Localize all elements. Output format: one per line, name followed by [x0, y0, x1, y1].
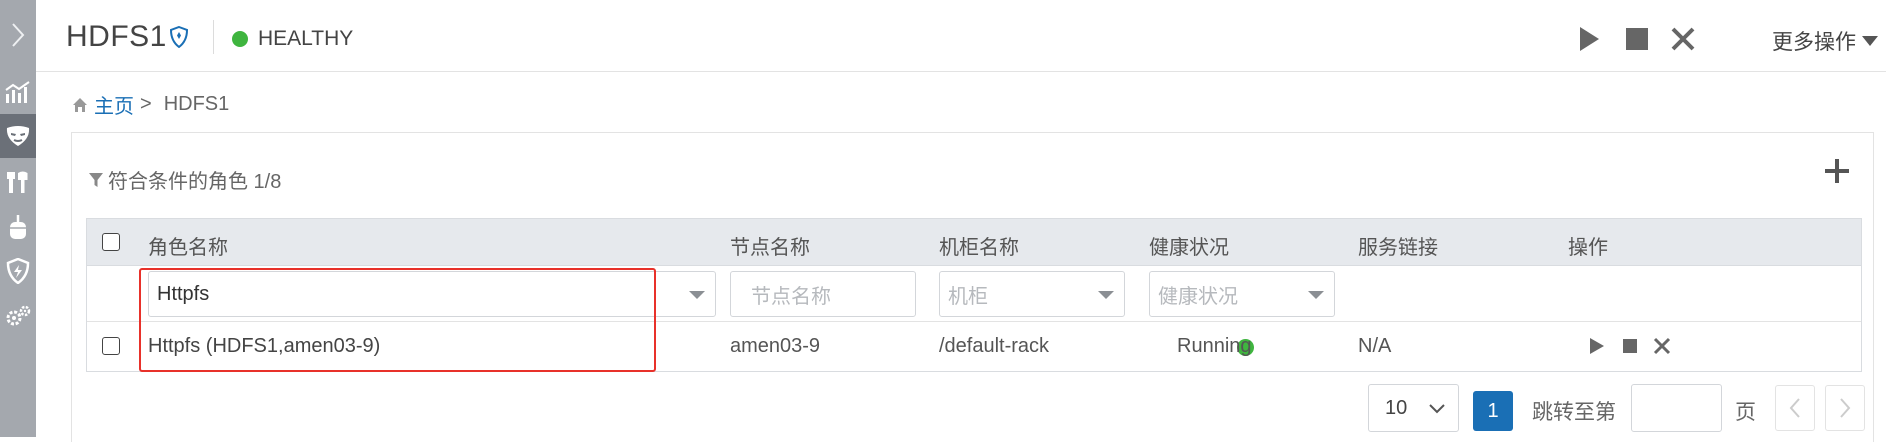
service-title: HDFS1	[66, 20, 167, 53]
sidebar	[0, 0, 36, 437]
role-name-cell[interactable]: Httpfs (HDFS1,amen03-9)	[148, 335, 380, 358]
delete-role-button[interactable]	[1651, 335, 1673, 357]
header-divider	[213, 20, 214, 54]
page-size-value: 10	[1385, 396, 1408, 419]
sidebar-item-roles[interactable]	[0, 114, 36, 158]
stop-icon	[1626, 28, 1648, 50]
more-actions-dropdown[interactable]: 更多操作	[1772, 26, 1878, 56]
chart-icon	[5, 81, 30, 103]
health-filter[interactable]: 健康状况	[1149, 271, 1335, 317]
delete-service-button[interactable]	[1668, 24, 1698, 54]
jump-to-label: 跳转至第	[1532, 401, 1616, 424]
page-suffix-label: 页	[1735, 401, 1756, 424]
filter-row: Httpfs 节点名称 机柜 健康状况	[87, 266, 1861, 322]
breadcrumb-current: HDFS1	[163, 93, 230, 115]
row-checkbox[interactable]	[102, 337, 120, 355]
sidebar-item-settings[interactable]	[0, 294, 36, 338]
filter-summary: 符合条件的角色 1/8	[88, 165, 281, 194]
mask-icon	[6, 126, 30, 146]
page-size-select[interactable]: 10	[1368, 384, 1459, 432]
caret-down-icon	[689, 291, 705, 299]
column-header-actions: 操作	[1568, 237, 1608, 259]
shield-badge-icon	[170, 26, 188, 48]
rack-filter[interactable]: 机柜	[939, 271, 1125, 317]
breadcrumb: 主页 > HDFS1	[72, 90, 229, 119]
service-header: HDFS1 HEALTHY 更多操作	[36, 0, 1886, 72]
next-page-button[interactable]	[1825, 385, 1865, 431]
sidebar-toggle[interactable]	[0, 0, 36, 70]
play-icon	[1590, 338, 1604, 354]
home-icon	[73, 97, 87, 112]
page-button-current[interactable]: 1	[1473, 391, 1513, 431]
filter-icon	[89, 172, 103, 187]
column-header-role: 角色名称	[148, 237, 228, 259]
column-header-node: 节点名称	[730, 237, 810, 259]
roles-table: 角色名称 节点名称 机柜名称 健康状况 服务链接 操作 Httpfs 节点名称 …	[86, 218, 1862, 372]
add-role-button[interactable]	[1823, 157, 1855, 189]
sidebar-item-security[interactable]	[0, 249, 36, 293]
stop-icon	[1623, 339, 1637, 353]
caret-down-icon	[1308, 291, 1324, 299]
node-name-filter[interactable]: 节点名称	[730, 271, 916, 317]
jump-to-page-input[interactable]	[1631, 384, 1722, 432]
role-name-filter[interactable]: Httpfs	[148, 271, 716, 317]
chevron-right-icon	[12, 23, 25, 47]
caret-down-icon	[1862, 36, 1878, 46]
play-icon	[1580, 27, 1599, 51]
select-all-checkbox[interactable]	[102, 233, 120, 251]
health-status-dot	[232, 31, 248, 47]
breadcrumb-home-link[interactable]: 主页	[94, 90, 134, 119]
start-service-button[interactable]	[1574, 24, 1604, 54]
mouse-icon	[10, 215, 26, 239]
more-actions-label: 更多操作	[1772, 31, 1856, 54]
sidebar-item-monitor[interactable]	[0, 70, 36, 114]
start-role-button[interactable]	[1586, 335, 1608, 357]
stop-role-button[interactable]	[1619, 335, 1641, 357]
close-icon	[1653, 337, 1671, 355]
caret-down-icon	[1098, 291, 1114, 299]
filter-summary-text: 符合条件的角色 1/8	[108, 171, 282, 193]
sidebar-item-config[interactable]	[0, 160, 36, 204]
column-header-rack: 机柜名称	[939, 237, 1019, 259]
rack-filter-placeholder: 机柜	[948, 285, 988, 308]
breadcrumb-separator: >	[140, 93, 152, 115]
health-status-label: HEALTHY	[258, 27, 354, 50]
shield-icon	[6, 258, 30, 284]
chevron-left-icon	[1789, 398, 1800, 418]
chevron-right-icon	[1840, 398, 1851, 418]
health-status-cell: Running	[1177, 335, 1252, 357]
sidebar-item-host[interactable]	[0, 205, 36, 249]
prev-page-button[interactable]	[1775, 385, 1815, 431]
close-icon	[1671, 27, 1695, 51]
column-header-health: 健康状况	[1149, 237, 1229, 259]
table-header: 角色名称 节点名称 机柜名称 健康状况 服务链接 操作	[87, 219, 1861, 266]
node-name-cell: amen03-9	[730, 335, 821, 357]
rack-name-cell: /default-rack	[939, 335, 1050, 357]
table-row[interactable]: Httpfs (HDFS1,amen03-9) amen03-9 /defaul…	[87, 322, 1861, 371]
service-link-cell: N/A	[1358, 335, 1392, 357]
node-name-filter-placeholder: 节点名称	[751, 285, 831, 308]
role-name-filter-value: Httpfs	[157, 282, 210, 305]
stop-service-button[interactable]	[1622, 24, 1652, 54]
column-header-link: 服务链接	[1358, 237, 1438, 259]
plus-icon	[1825, 159, 1849, 183]
chevron-down-icon	[1429, 404, 1445, 414]
tools-icon	[7, 171, 28, 193]
health-filter-placeholder: 健康状况	[1158, 285, 1238, 308]
gears-icon	[6, 305, 31, 326]
